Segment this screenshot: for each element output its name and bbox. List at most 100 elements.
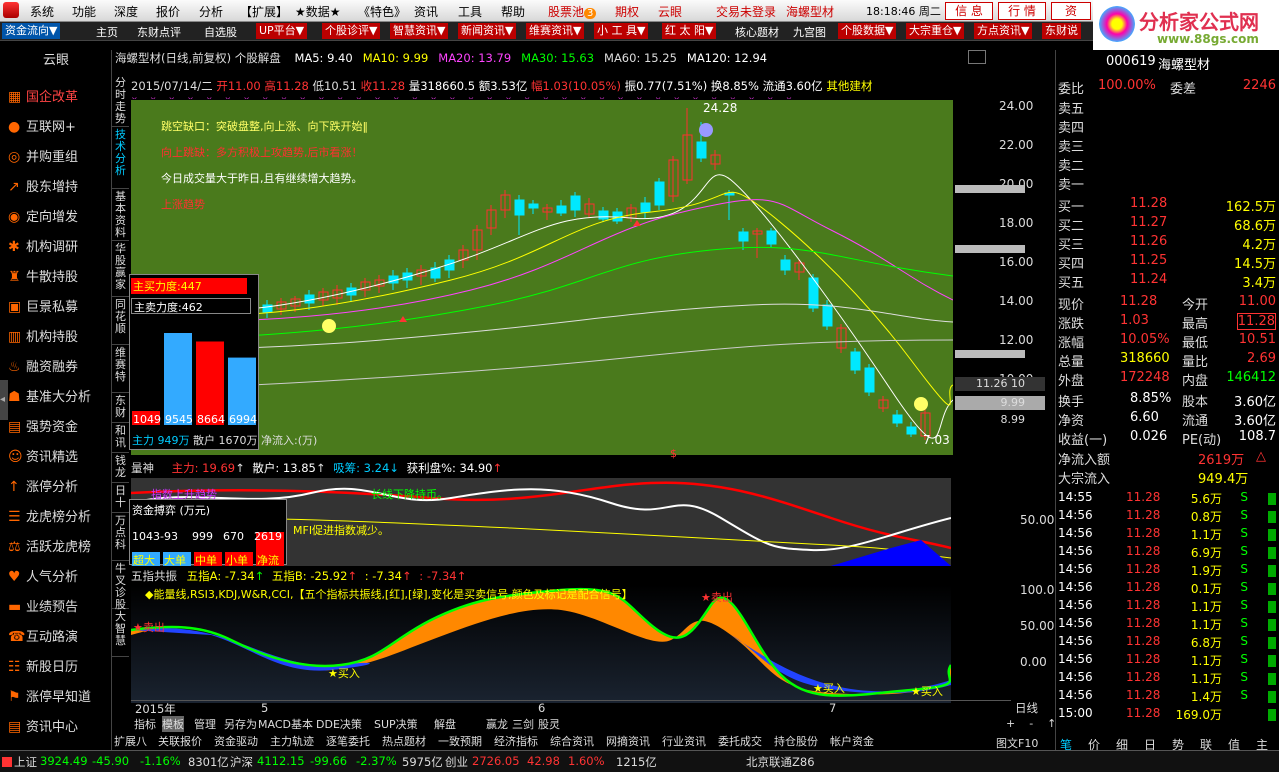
- sidebar-collapse-handle[interactable]: ◂: [0, 380, 8, 420]
- info-button[interactable]: 信 息: [945, 2, 993, 20]
- sidebar-item-13[interactable]: ↑ 涨停分析: [8, 476, 78, 500]
- vtab-8[interactable]: 钱龙: [112, 453, 129, 483]
- sidebar-item-20[interactable]: ⚑ 涨停早知道: [8, 686, 91, 710]
- bottom-tab2-13[interactable]: 帐户资金: [830, 733, 874, 749]
- stock-pool-button[interactable]: 股票池 3: [548, 3, 597, 20]
- menu-quote[interactable]: 报价: [156, 3, 180, 20]
- sidebar-item-4[interactable]: ◉ 定向增发: [8, 206, 78, 230]
- menu-function[interactable]: 功能: [72, 3, 96, 20]
- bottom-tab-3[interactable]: 另存为: [224, 716, 257, 732]
- sidebar-item-15[interactable]: ⚖ 活跃龙虎榜: [8, 536, 91, 560]
- menu-data[interactable]: ★数据★: [295, 3, 341, 20]
- sidebar-item-14[interactable]: ☰ 龙虎榜分析: [8, 506, 91, 530]
- bottom-tab-10[interactable]: 股灵: [538, 716, 560, 732]
- menu-depth[interactable]: 深度: [114, 3, 138, 20]
- bottom-tab2-7[interactable]: 经济指标: [494, 733, 538, 749]
- bottom-tab-8[interactable]: 赢龙: [486, 716, 508, 732]
- tab-weisai[interactable]: 维赛资讯▼: [526, 23, 585, 39]
- sidebar-item-18[interactable]: ☎互动路演: [8, 626, 78, 650]
- sidebar-item-8[interactable]: ▥ 机构持股: [8, 326, 78, 350]
- vtab-2[interactable]: 基本资料: [112, 189, 129, 241]
- fund-flow-dropdown[interactable]: 资金流向▼: [2, 23, 61, 39]
- sidebar-item-0[interactable]: ▦ 国企改革: [8, 86, 78, 110]
- sidebar-item-3[interactable]: ↗ 股东增持: [8, 176, 78, 200]
- vtab-11[interactable]: 牛叉诊股: [112, 561, 129, 611]
- tab-stock-data[interactable]: 个股数据▼: [838, 23, 897, 39]
- vtab-9[interactable]: 日十: [112, 483, 129, 513]
- data-button[interactable]: 资: [1051, 2, 1091, 20]
- menu-info[interactable]: 资讯: [414, 3, 438, 20]
- chart-toggle-box[interactable]: [968, 50, 986, 64]
- bottom-tab-2[interactable]: 管理: [194, 716, 216, 732]
- sidebar-item-16[interactable]: ♥ 人气分析: [8, 566, 78, 590]
- menu-special[interactable]: 《特色》: [358, 3, 406, 20]
- trade-login-status[interactable]: 交易未登录: [716, 3, 776, 20]
- vtab-4[interactable]: 同花顺: [112, 297, 129, 345]
- tab-core-theme[interactable]: 核心题材: [735, 24, 779, 40]
- bottom-tab2-3[interactable]: 主力轨迹: [270, 733, 314, 749]
- bottom-tab-6[interactable]: SUP决策: [374, 716, 418, 732]
- sidebar-item-17[interactable]: ▬ 业绩预告: [8, 596, 78, 620]
- bottom-tab2-10[interactable]: 行业资讯: [662, 733, 706, 749]
- menu-analysis[interactable]: 分析: [199, 3, 223, 20]
- tab-nine-grid[interactable]: 九宫图: [793, 24, 826, 40]
- menu-tools[interactable]: 工具: [458, 3, 482, 20]
- tab-fangdian[interactable]: 方点资讯▼: [974, 23, 1033, 39]
- sidebar-item-5[interactable]: ✱ 机构调研: [8, 236, 78, 260]
- bottom-tab-5[interactable]: DDE决策: [316, 716, 362, 732]
- sidebar-item-9[interactable]: ♨ 融资融券: [8, 356, 78, 380]
- cloud-eye-button[interactable]: 云眼: [658, 3, 682, 20]
- tab-smart-info[interactable]: 智慧资讯▼: [390, 23, 449, 39]
- five-indicator-chart[interactable]: ◆能量线,RSI3,KDJ,W&R,CCI,【五个指标共振线,[红],[绿],变…: [130, 585, 953, 703]
- bottom-tab-4[interactable]: MACD基本: [258, 716, 313, 732]
- bottom-tab2-9[interactable]: 网摘资讯: [606, 733, 650, 749]
- vtab-10[interactable]: 万点科: [112, 513, 129, 561]
- tab-dongcai-review[interactable]: 东财点评: [137, 24, 181, 40]
- menu-help[interactable]: 帮助: [501, 3, 525, 20]
- tab-stock-diag[interactable]: 个股诊评▼: [322, 23, 381, 39]
- sidebar-item-7[interactable]: ▣ 巨景私募: [8, 296, 78, 320]
- bottom-tab2-6[interactable]: 一致预期: [438, 733, 482, 749]
- sidebar-item-10[interactable]: ☗ 基准大分析: [8, 386, 91, 410]
- vtab-1[interactable]: 技术分析: [112, 127, 129, 189]
- bottom-tab-9[interactable]: 三剑: [512, 716, 534, 732]
- options-button[interactable]: 期权: [615, 3, 639, 20]
- vtab-0[interactable]: 分时走势: [112, 75, 129, 127]
- tab-home[interactable]: 主页: [96, 24, 118, 40]
- bottom-tab2-2[interactable]: 资金驱动: [214, 733, 258, 749]
- bottom-tab-0[interactable]: 指标: [134, 716, 156, 732]
- f10-button[interactable]: 图文F10: [996, 735, 1038, 751]
- tab-news[interactable]: 新闻资讯▼: [458, 23, 517, 39]
- menu-system[interactable]: 系统: [30, 3, 54, 20]
- tab-tools[interactable]: 小 工 具▼: [594, 23, 649, 39]
- tab-watchlist[interactable]: 自选股: [204, 24, 237, 40]
- period-label[interactable]: 日线: [1015, 700, 1038, 716]
- sidebar-item-19[interactable]: ☷ 新股日历: [8, 656, 78, 680]
- sidebar-item-11[interactable]: ▤ 强势资金: [8, 416, 78, 440]
- sidebar-item-12[interactable]: ☺ 资讯精选: [8, 446, 78, 470]
- vtab-12[interactable]: 大智慧: [112, 609, 129, 657]
- bottom-tab-7[interactable]: 解盘: [434, 716, 456, 732]
- bottom-tab2-5[interactable]: 热点题材: [382, 733, 426, 749]
- bottom-tab-1[interactable]: 模板: [162, 716, 184, 732]
- market-button[interactable]: 行 情: [998, 2, 1046, 20]
- vtab-7[interactable]: 和讯: [112, 423, 129, 453]
- bottom-tab2-1[interactable]: 关联报价: [158, 733, 202, 749]
- bottom-tab2-8[interactable]: 综合资讯: [550, 733, 594, 749]
- tab-bulk-holding[interactable]: 大宗重仓▼: [906, 23, 965, 39]
- bottom-tab2-4[interactable]: 逐笔委托: [326, 733, 370, 749]
- bottom-tab2-11[interactable]: 委托成交: [718, 733, 762, 749]
- sidebar-item-21[interactable]: ▤ 资讯中心: [8, 716, 78, 740]
- bottom-tab2-0[interactable]: 扩展八: [114, 733, 147, 749]
- vtab-6[interactable]: 东财: [112, 393, 129, 423]
- tab-up-platform[interactable]: UP平台▼: [256, 23, 308, 39]
- sidebar-item-6[interactable]: ♜ 牛散持股: [8, 266, 78, 290]
- vtab-5[interactable]: 维赛特: [112, 345, 129, 393]
- vtab-3[interactable]: 华股赢家: [112, 241, 129, 297]
- menu-extension[interactable]: 【扩展】: [240, 3, 288, 20]
- sidebar-item-2[interactable]: ◎ 并购重组: [8, 146, 78, 170]
- bottom-tab2-12[interactable]: 持仓股份: [774, 733, 818, 749]
- tab-red-sun[interactable]: 红 太 阳▼: [662, 23, 717, 39]
- sidebar-item-1[interactable]: ● 互联网+: [8, 116, 76, 140]
- tab-dongcai-say[interactable]: 东财说: [1042, 23, 1081, 39]
